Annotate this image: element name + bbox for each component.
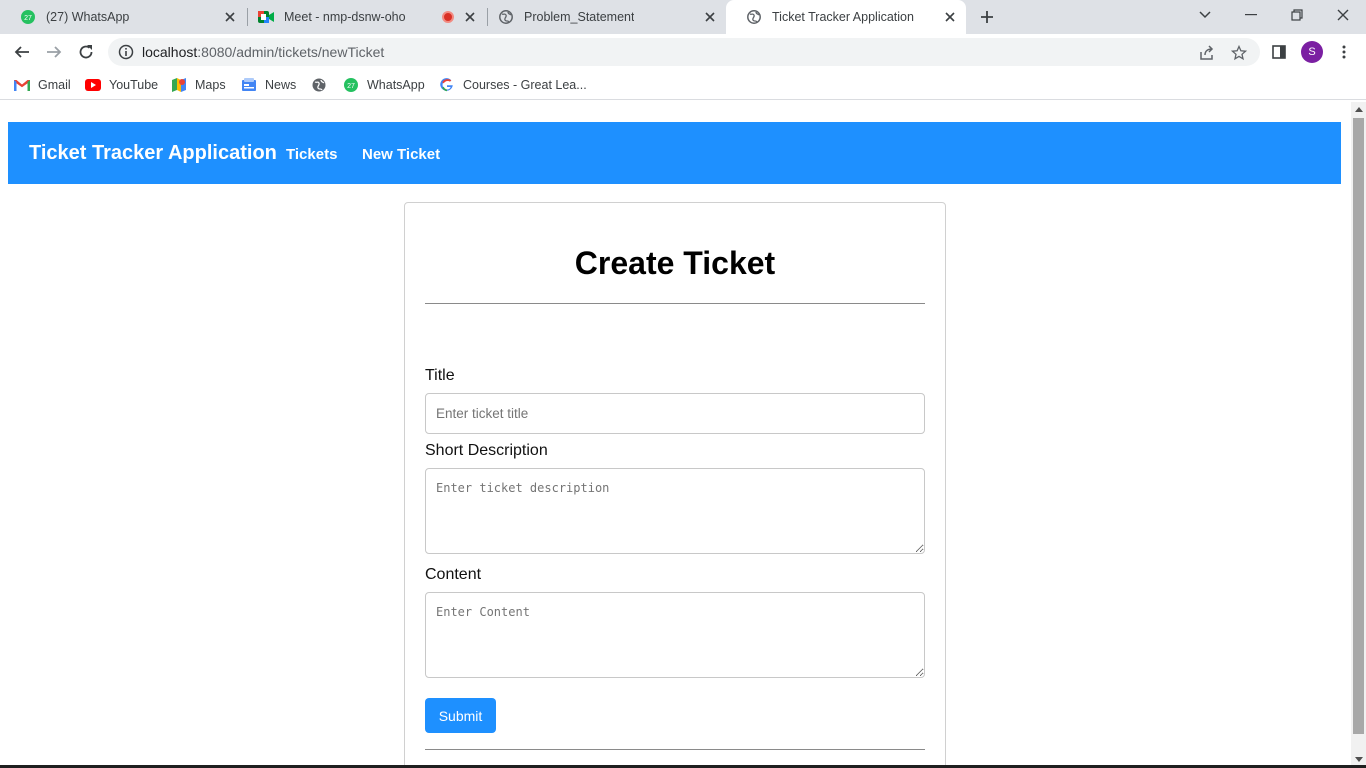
tab-whatsapp[interactable]: 27 (27) WhatsApp bbox=[0, 0, 246, 34]
content-label: Content bbox=[425, 566, 482, 583]
bookmark-courses[interactable]: Courses - Great Lea... bbox=[439, 76, 587, 94]
app-navbar: Ticket Tracker Application Tickets New T… bbox=[8, 122, 1341, 184]
tab-problem-statement[interactable]: Problem_Statement bbox=[478, 0, 726, 34]
nav-link-tickets[interactable]: Tickets bbox=[286, 146, 337, 163]
new-tab-button[interactable] bbox=[976, 6, 998, 28]
profile-avatar[interactable]: S bbox=[1301, 41, 1323, 63]
bookmark-label: YouTube bbox=[109, 78, 159, 92]
scrollbar-thumb[interactable] bbox=[1353, 118, 1364, 734]
content-textarea[interactable] bbox=[425, 592, 925, 678]
globe-icon bbox=[498, 9, 514, 25]
tab-search-icon[interactable] bbox=[1192, 4, 1218, 26]
tab-ticket-tracker[interactable]: Ticket Tracker Application bbox=[726, 0, 966, 34]
close-icon[interactable] bbox=[462, 9, 478, 25]
star-icon[interactable] bbox=[1230, 44, 1248, 62]
gmail-icon bbox=[14, 77, 30, 93]
page-viewport: Ticket Tracker Application Tickets New T… bbox=[0, 102, 1366, 768]
side-panel-icon[interactable] bbox=[1269, 42, 1289, 62]
short-description-textarea[interactable] bbox=[425, 468, 925, 554]
kebab-menu-icon[interactable] bbox=[1334, 42, 1354, 62]
browser-toolbar: localhost:8080/admin/tickets/newTicket S bbox=[0, 34, 1366, 70]
scroll-up-arrow-icon[interactable] bbox=[1351, 102, 1366, 116]
bookmarks-bar: Gmail YouTube Maps News 27 WhatsApp Cour… bbox=[0, 70, 1366, 100]
google-meet-icon bbox=[258, 9, 274, 25]
bookmark-label: Courses - Great Lea... bbox=[463, 78, 587, 92]
minimize-icon[interactable] bbox=[1238, 4, 1264, 26]
app-brand[interactable]: Ticket Tracker Application bbox=[29, 142, 277, 165]
tab-strip: 27 (27) WhatsApp Meet - nmp-dsnw-oho Pro… bbox=[0, 0, 1366, 34]
url-text: localhost:8080/admin/tickets/newTicket bbox=[142, 44, 384, 60]
share-icon[interactable] bbox=[1198, 44, 1216, 62]
tab-title: (27) WhatsApp bbox=[46, 10, 130, 24]
bookmark-youtube[interactable]: YouTube bbox=[85, 76, 158, 94]
restore-icon[interactable] bbox=[1284, 4, 1310, 26]
tab-title: Problem_Statement bbox=[524, 10, 635, 24]
url-path: :8080/admin/tickets/newTicket bbox=[197, 44, 385, 60]
bookmark-label: WhatsApp bbox=[367, 78, 425, 92]
whatsapp-icon: 27 bbox=[343, 77, 359, 93]
maps-icon bbox=[171, 77, 187, 93]
title-label: Title bbox=[425, 367, 455, 384]
bookmark-globe[interactable] bbox=[311, 76, 335, 94]
page-title: Create Ticket bbox=[574, 245, 776, 281]
google-icon bbox=[439, 77, 455, 93]
short-description-label: Short Description bbox=[425, 442, 548, 459]
page-scrollbar[interactable] bbox=[1351, 102, 1366, 768]
whatsapp-icon: 27 bbox=[20, 9, 36, 25]
globe-icon bbox=[311, 77, 327, 93]
tab-meet[interactable]: Meet - nmp-dsnw-oho bbox=[238, 0, 486, 34]
bookmark-label: Maps bbox=[195, 78, 226, 92]
create-ticket-card: Create Ticket Title Short Description Co… bbox=[404, 202, 946, 768]
url-host: localhost bbox=[142, 44, 198, 60]
bookmark-gmail[interactable]: Gmail bbox=[14, 76, 71, 94]
bookmark-news[interactable]: News bbox=[241, 76, 296, 94]
close-icon[interactable] bbox=[942, 9, 958, 25]
svg-text:27: 27 bbox=[24, 15, 32, 22]
scroll-down-arrow-icon[interactable] bbox=[1351, 752, 1366, 766]
tab-title: Meet - nmp-dsnw-oho bbox=[284, 10, 406, 24]
divider bbox=[425, 303, 925, 304]
bookmark-label: Gmail bbox=[38, 78, 71, 92]
address-bar[interactable]: localhost:8080/admin/tickets/newTicket bbox=[108, 38, 1260, 66]
bookmark-maps[interactable]: Maps bbox=[171, 76, 226, 94]
globe-icon bbox=[746, 9, 762, 25]
svg-text:27: 27 bbox=[347, 83, 355, 90]
recording-icon bbox=[442, 11, 454, 23]
submit-button[interactable]: Submit bbox=[425, 698, 496, 733]
youtube-icon bbox=[85, 77, 101, 93]
site-info-icon[interactable] bbox=[118, 44, 134, 60]
bookmark-label: News bbox=[265, 78, 297, 92]
divider bbox=[425, 749, 925, 750]
close-icon[interactable] bbox=[702, 9, 718, 25]
forward-arrow-icon[interactable] bbox=[42, 40, 66, 64]
tab-title: Ticket Tracker Application bbox=[772, 10, 914, 24]
close-icon[interactable] bbox=[222, 9, 238, 25]
title-input[interactable] bbox=[425, 393, 925, 434]
bookmark-whatsapp[interactable]: 27 WhatsApp bbox=[343, 76, 425, 94]
nav-link-new-ticket[interactable]: New Ticket bbox=[362, 146, 440, 163]
back-arrow-icon[interactable] bbox=[10, 40, 34, 64]
news-icon bbox=[241, 77, 257, 93]
close-window-icon[interactable] bbox=[1330, 4, 1356, 26]
reload-icon[interactable] bbox=[74, 40, 98, 64]
